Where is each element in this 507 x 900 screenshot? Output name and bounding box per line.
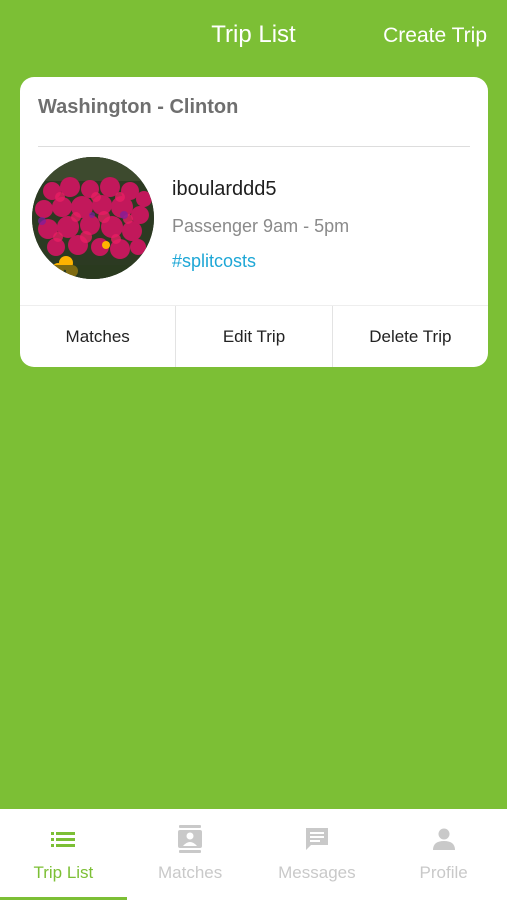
message-icon xyxy=(303,825,331,853)
trip-route: Washington - Clinton xyxy=(38,96,239,118)
delete-trip-button[interactable]: Delete Trip xyxy=(331,306,488,367)
person-icon xyxy=(430,825,458,853)
avatar[interactable] xyxy=(32,157,154,279)
tab-label: Trip List xyxy=(33,863,94,882)
create-trip-button[interactable]: Create Trip xyxy=(383,22,487,50)
tab-messages[interactable]: Messages xyxy=(254,809,381,900)
trip-role-time: Passenger 9am - 5pm xyxy=(172,216,350,236)
tab-profile[interactable]: Profile xyxy=(380,809,507,900)
card-actions: Matches Edit Trip Delete Trip xyxy=(20,305,488,367)
bottom-tab-bar: Trip List Matches Messages Profile xyxy=(0,809,507,900)
matches-button[interactable]: Matches xyxy=(20,306,175,367)
app-header: Trip List Create Trip xyxy=(0,0,507,70)
tab-label: Matches xyxy=(158,863,223,882)
tab-label: Messages xyxy=(278,863,356,882)
tab-trip-list[interactable]: Trip List xyxy=(0,809,127,900)
trip-card: Washington - Clinton iboularddd5 Passeng… xyxy=(20,77,488,367)
hashtag-link[interactable]: #splitcosts xyxy=(172,250,256,272)
tab-matches[interactable]: Matches xyxy=(127,809,254,900)
flower-photo-avatar-icon xyxy=(32,157,154,279)
list-icon xyxy=(49,825,77,853)
user-name[interactable]: iboularddd5 xyxy=(172,177,277,201)
card-divider xyxy=(38,146,470,147)
tab-label: Profile xyxy=(419,863,468,882)
contact-card-icon xyxy=(176,825,204,853)
edit-trip-button[interactable]: Edit Trip xyxy=(175,306,331,367)
